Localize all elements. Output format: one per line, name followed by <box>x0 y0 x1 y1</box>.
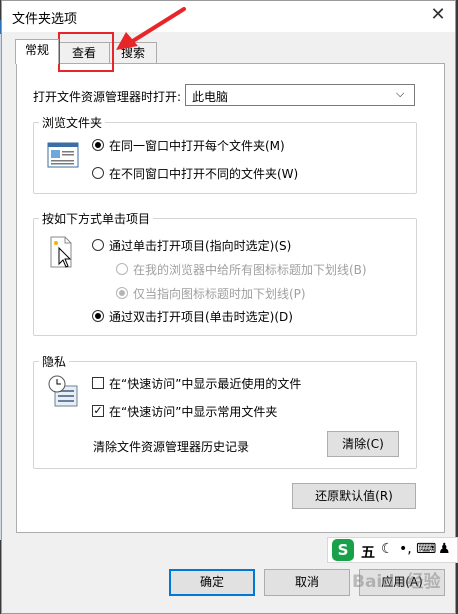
open-explorer-value: 此电脑 <box>192 90 229 104</box>
checkbox-show-frequent[interactable]: ✓ <box>92 405 104 417</box>
radio-same-window[interactable] <box>92 139 104 151</box>
option-same-window-label[interactable]: 在同一窗口中打开每个文件夹(M) <box>109 137 285 154</box>
radio-underline-all <box>116 263 128 275</box>
cancel-button[interactable]: 取消 <box>264 569 350 596</box>
option-new-window-label[interactable]: 在不同窗口中打开不同的文件夹(W) <box>109 165 298 182</box>
general-tab-panel: 打开文件资源管理器时打开: 此电脑 ⌵ 浏览文件夹 在同一窗口中打开每个文件夹(… <box>16 63 445 533</box>
chevron-down-icon: ⌵ <box>396 87 405 100</box>
clear-history-button-label: 清除(C) <box>342 437 384 451</box>
radio-double-click[interactable] <box>92 310 104 322</box>
close-icon[interactable]: ✕ <box>428 4 448 26</box>
double-click-label[interactable]: 通过双击打开项目(单击时选定)(D) <box>109 308 293 325</box>
click-cursor-icon <box>50 236 72 268</box>
sogou-logo-icon: S <box>332 539 354 561</box>
window-title: 文件夹选项 <box>12 12 78 27</box>
radio-underline-point <box>116 287 128 299</box>
underline-all-label: 在我的浏览器中给所有图标标题加下划线(B) <box>133 263 367 277</box>
show-frequent-label[interactable]: 在“快速访问”中显示常用文件夹 <box>109 403 277 420</box>
open-explorer-dropdown[interactable]: 此电脑 ⌵ <box>185 84 415 106</box>
annotation-highlight-box <box>58 32 114 72</box>
restore-defaults-label: 还原默认值(R) <box>315 489 393 503</box>
keyboard-icon[interactable]: ⌨ <box>416 541 436 557</box>
moon-icon[interactable]: ☾ <box>381 541 394 557</box>
folder-window-icon <box>47 142 79 168</box>
show-recent-label[interactable]: 在“快速访问”中显示最近使用的文件 <box>109 375 301 392</box>
click-items-title: 按如下方式单击项目 <box>39 210 154 227</box>
restore-defaults-button[interactable]: 还原默认值(R) <box>292 483 416 509</box>
cancel-button-label: 取消 <box>294 575 319 589</box>
ime-toolbar[interactable]: S 五 ☾ •, ⌨ ♟ <box>327 537 458 563</box>
single-click-label[interactable]: 通过单击打开项目(指向时选定)(S) <box>109 237 291 254</box>
folder-options-dialog: 文件夹选项 ✕ 常规 查看 搜索 打开文件资源管理器时打开: 此电脑 ⌵ 浏览文… <box>1 0 456 614</box>
ok-button-label: 确定 <box>199 575 224 589</box>
privacy-title: 隐私 <box>39 353 70 370</box>
browse-folders-title: 浏览文件夹 <box>39 114 106 131</box>
title-bar: 文件夹选项 ✕ <box>2 1 455 32</box>
skin-icon[interactable]: ♟ <box>438 541 451 557</box>
annotation-arrow-icon <box>116 7 186 50</box>
open-explorer-label: 打开文件资源管理器时打开: <box>33 90 182 104</box>
ok-button[interactable]: 确定 <box>169 569 255 596</box>
ime-mode-label[interactable]: 五 <box>361 542 375 562</box>
browse-folders-group <box>33 122 417 194</box>
punctuation-icon[interactable]: •, <box>399 541 412 557</box>
tab-general[interactable]: 常规 <box>15 39 59 64</box>
underline-point-label: 仅当指向图标标题时加下划线(P) <box>133 287 306 301</box>
tab-general-label: 常规 <box>24 43 49 57</box>
clear-history-label: 清除文件资源管理器历史记录 <box>93 440 250 454</box>
checkbox-show-recent[interactable] <box>92 377 104 389</box>
watermark: Baidu经验 <box>352 572 441 592</box>
radio-single-click[interactable] <box>92 239 104 251</box>
radio-new-window[interactable] <box>92 167 104 179</box>
clear-history-button[interactable]: 清除(C) <box>327 431 399 457</box>
privacy-clock-icon <box>48 375 78 407</box>
